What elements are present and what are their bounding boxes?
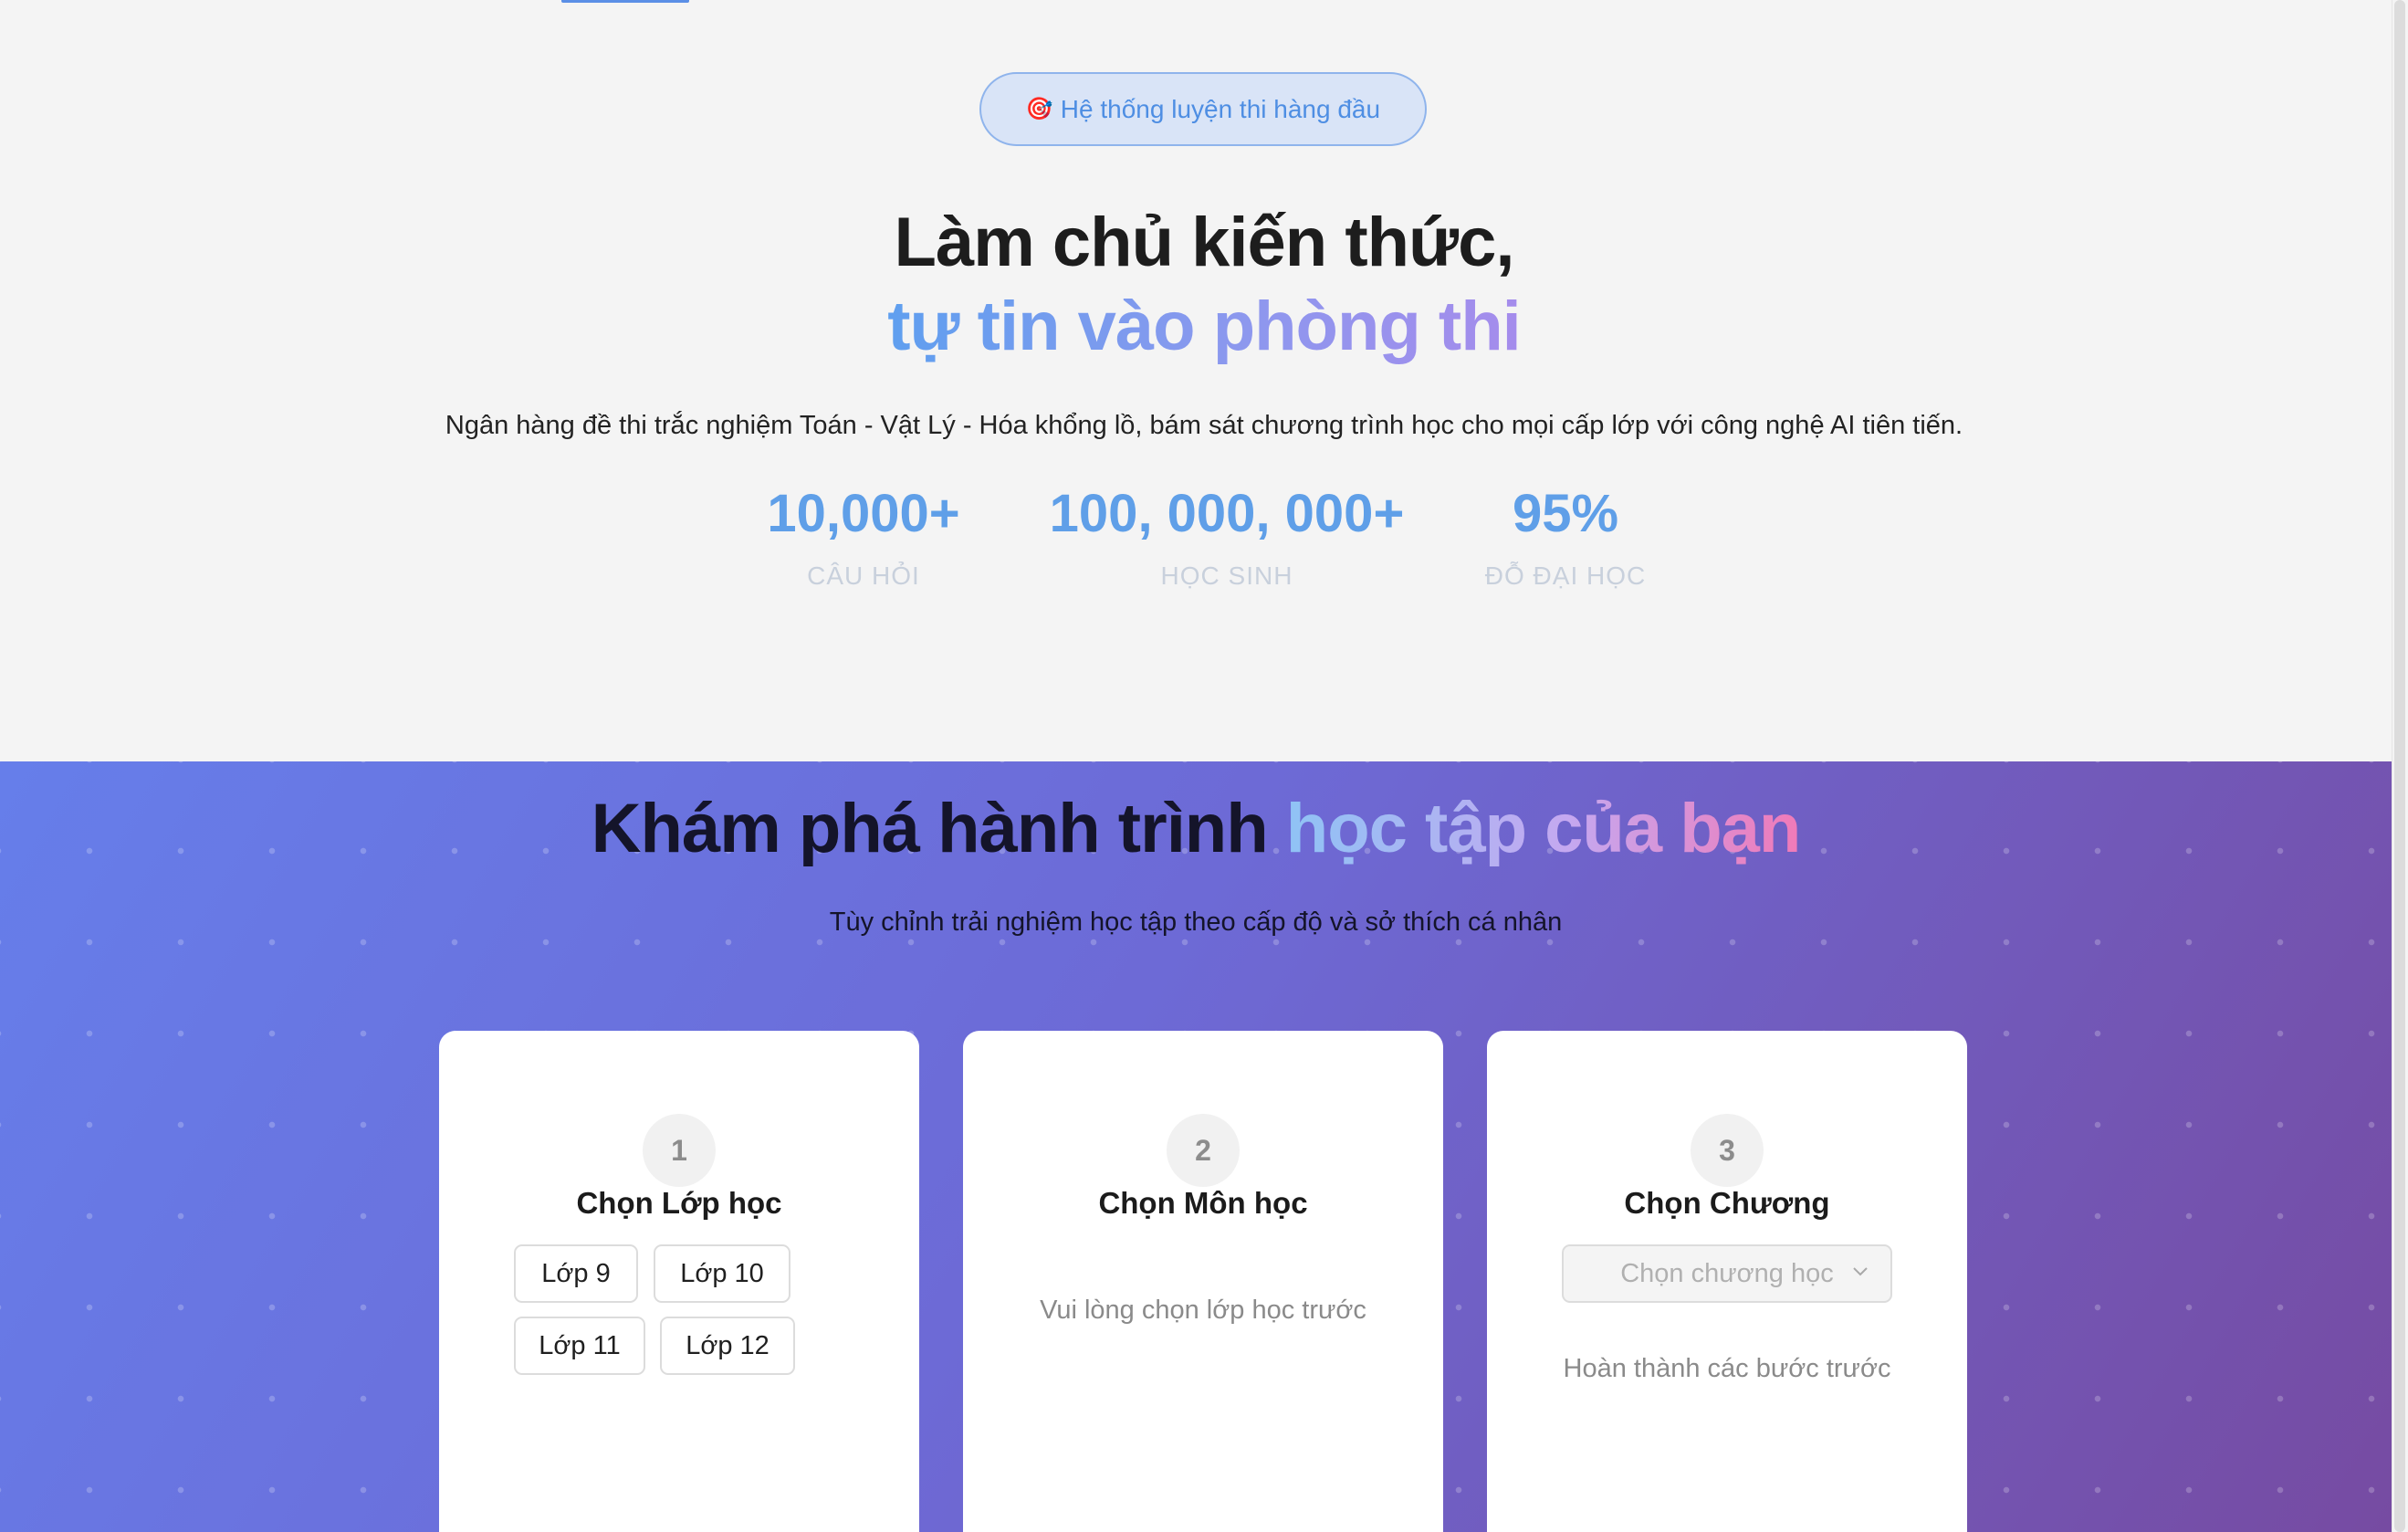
hero-title-highlight: tự tin vào phòng thi	[887, 288, 1522, 365]
grade-button-11[interactable]: Lớp 11	[514, 1317, 645, 1375]
hero-title-line1: Làm chủ kiến thức,	[894, 204, 1515, 281]
journey-section: Khám phá hành trình học tập của bạn Tùy …	[0, 761, 2392, 1532]
step-hint: Hoàn thành các bước trước	[1563, 1354, 1891, 1383]
chapter-select-placeholder: Chọn chương học	[1620, 1258, 1834, 1288]
target-icon: 🎯	[1025, 97, 1053, 121]
chapter-select[interactable]: Chọn chương học	[1562, 1244, 1892, 1303]
hero-badge-label: Hệ thống luyện thi hàng đầu	[1060, 94, 1381, 123]
journey-title: Khám phá hành trình học tập của bạn	[0, 789, 2392, 868]
journey-title-highlight: học tập của bạn	[1285, 790, 1802, 867]
scrollbar-thumb[interactable]	[2394, 0, 2405, 1532]
stat-value: 95%	[1512, 484, 1619, 543]
scrollbar[interactable]	[2392, 0, 2408, 1532]
hero-section: 🎯 Hệ thống luyện thi hàng đầu Làm chủ ki…	[0, 0, 2392, 761]
step-title: Chọn Môn học	[1098, 1186, 1308, 1220]
step-title: Chọn Lớp học	[576, 1186, 782, 1220]
step-number-badge: 2	[1167, 1114, 1240, 1187]
step-card-subject: 2 Chọn Môn học Vui lòng chọn lớp học trư…	[963, 1031, 1443, 1532]
step-card-grade: 1 Chọn Lớp học Lớp 9 Lớp 10 Lớp 11 Lớp 1…	[439, 1031, 919, 1532]
step-number-badge: 3	[1691, 1114, 1764, 1187]
journey-subtitle: Tùy chỉnh trải nghiệm học tập theo cấp đ…	[829, 908, 1563, 937]
stat-questions: 10,000+ CÂU HỎI	[736, 479, 991, 591]
stat-value: 100, 000, 000+	[1049, 484, 1405, 543]
stat-students: 100, 000, 000+ HỌC SINH	[1027, 479, 1427, 591]
stat-label: CÂU HỎI	[807, 561, 920, 590]
journey-title-plain: Khám phá hành trình	[591, 790, 1286, 867]
stat-label: ĐỖ ĐẠI HỌC	[1484, 561, 1647, 590]
step-card-chapter: 3 Chọn Chương Chọn chương học Hoàn thành…	[1487, 1031, 1967, 1532]
step-number-badge: 1	[643, 1114, 716, 1187]
step-hint: Vui lòng chọn lớp học trước	[1040, 1296, 1366, 1325]
grade-button-9[interactable]: Lớp 9	[514, 1244, 638, 1303]
grade-button-12[interactable]: Lớp 12	[660, 1317, 795, 1375]
chevron-down-icon	[1853, 1267, 1868, 1276]
hero-badge: 🎯 Hệ thống luyện thi hàng đầu	[979, 72, 1427, 146]
hero-description: Ngân hàng đề thi trắc nghiệm Toán - Vật …	[445, 411, 1963, 440]
stat-value: 10,000+	[767, 484, 960, 543]
stat-label: HỌC SINH	[1160, 561, 1293, 590]
stat-university: 95% ĐỖ ĐẠI HỌC	[1470, 479, 1661, 591]
grade-button-10[interactable]: Lớp 10	[654, 1244, 790, 1303]
step-title: Chọn Chương	[1624, 1186, 1830, 1220]
hero-title-line2: tự tin vào phòng thi	[0, 287, 2408, 366]
